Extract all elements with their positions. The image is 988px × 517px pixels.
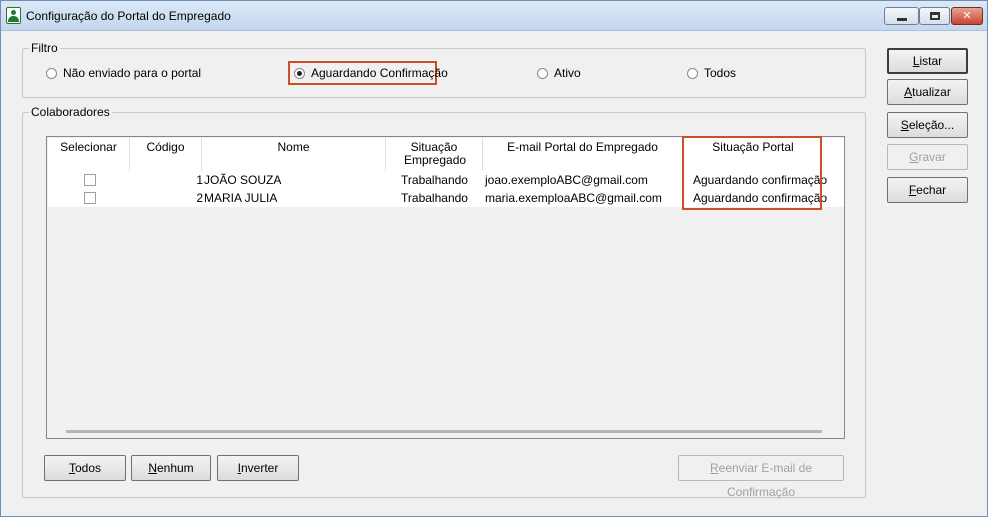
cell-situacao: Trabalhando bbox=[401, 173, 468, 187]
cell-situacao: Trabalhando bbox=[401, 191, 468, 205]
cell-nome: MARIA JULIA bbox=[204, 191, 278, 205]
main-window: Configuração do Portal do Empregado ✕ Fi… bbox=[0, 0, 988, 517]
column-header-selecionar[interactable]: Selecionar bbox=[48, 138, 130, 171]
inverter-button[interactable]: Inverter bbox=[217, 455, 299, 481]
cell-codigo: 1 bbox=[196, 173, 203, 187]
close-icon: ✕ bbox=[962, 10, 972, 22]
column-header-email[interactable]: E-mail Portal do Empregado bbox=[483, 138, 683, 171]
column-header-codigo[interactable]: Código bbox=[130, 138, 202, 171]
fechar-button[interactable]: Fechar bbox=[887, 177, 968, 203]
radio-ativo[interactable]: Ativo bbox=[537, 66, 581, 80]
cell-email: maria.exemploaABC@gmail.com bbox=[485, 191, 662, 205]
atualizar-button[interactable]: Atualizar bbox=[887, 79, 968, 105]
radio-checked-icon bbox=[294, 67, 305, 79]
minimize-icon bbox=[897, 18, 907, 21]
select-checkbox[interactable] bbox=[84, 174, 96, 186]
radio-todos[interactable]: Todos bbox=[687, 66, 736, 80]
column-header-nome[interactable]: Nome bbox=[202, 138, 386, 171]
nenhum-button[interactable]: Nenhum bbox=[131, 455, 211, 481]
listar-button[interactable]: Listar bbox=[887, 48, 968, 74]
cell-email: joao.exemploABC@gmail.com bbox=[485, 173, 648, 187]
radio-label: Todos bbox=[704, 66, 737, 80]
close-button[interactable]: ✕ bbox=[951, 7, 983, 25]
radio-label: Não enviado para o portal bbox=[63, 66, 202, 80]
cell-nome: JOÃO SOUZA bbox=[204, 173, 282, 187]
radio-label: Ativo bbox=[554, 66, 581, 80]
window-title: Configuração do Portal do Empregado bbox=[26, 9, 231, 23]
filter-group-label: Filtro bbox=[29, 41, 60, 55]
radio-label: Aguardando Confirmação bbox=[311, 66, 448, 80]
todos-button[interactable]: Todos bbox=[44, 455, 126, 481]
horizontal-scrollbar[interactable] bbox=[66, 430, 822, 433]
reenviar-email-button[interactable]: Reenviar E-mail de Confirmação bbox=[678, 455, 844, 499]
highlight-box bbox=[682, 136, 822, 210]
radio-nao-enviado[interactable]: Não enviado para o portal bbox=[46, 66, 201, 80]
collaborators-group-label: Colaboradores bbox=[29, 105, 112, 119]
cell-codigo: 2 bbox=[196, 191, 203, 205]
app-employee-icon bbox=[6, 7, 21, 24]
column-header-situacao-empregado[interactable]: Situação Empregado bbox=[386, 138, 483, 171]
gravar-button[interactable]: Gravar bbox=[887, 144, 968, 170]
select-checkbox[interactable] bbox=[84, 192, 96, 204]
maximize-icon bbox=[930, 12, 940, 20]
radio-icon bbox=[537, 67, 548, 79]
minimize-button[interactable] bbox=[884, 7, 919, 25]
maximize-button[interactable] bbox=[919, 7, 950, 25]
title-bar: Configuração do Portal do Empregado ✕ bbox=[1, 1, 987, 31]
selecao-button[interactable]: Seleção... bbox=[887, 112, 968, 138]
radio-icon bbox=[687, 67, 698, 79]
radio-aguardando-confirmacao[interactable]: Aguardando Confirmação bbox=[294, 66, 448, 80]
radio-icon bbox=[46, 67, 57, 79]
